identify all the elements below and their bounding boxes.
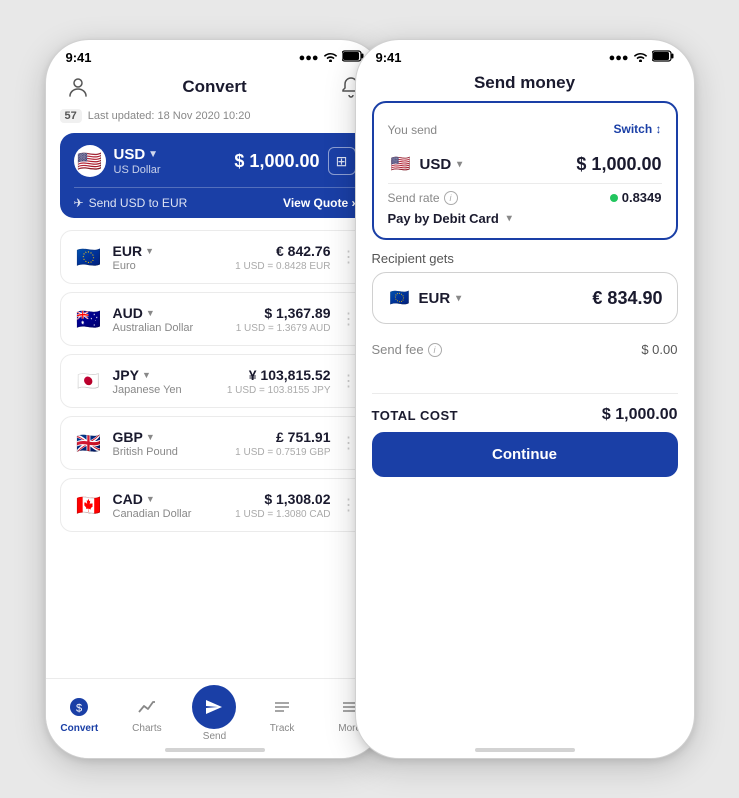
status-icons-1: ●●● — [299, 50, 364, 65]
tab-send-label: Send — [203, 731, 226, 742]
wifi-icon-2 — [633, 51, 648, 65]
last-updated-bar: 57 Last updated: 18 Nov 2020 10:20 — [60, 109, 370, 123]
recipient-flag: 🇪🇺 — [387, 285, 413, 311]
svg-text:$: $ — [76, 703, 82, 715]
cad-flag: 🇨🇦 — [73, 489, 105, 521]
tab-convert-label: Convert — [60, 723, 98, 734]
usd-code[interactable]: USD ▼ — [114, 146, 161, 163]
total-cost-label: TOTAL COST — [372, 408, 459, 423]
you-send-amount: $ 1,000.00 — [576, 154, 661, 175]
total-cost-value: $ 1,000.00 — [602, 406, 678, 424]
phone-send-money: 9:41 ●●● Send money You send — [355, 39, 695, 759]
info-icon: i — [444, 191, 458, 205]
view-quote-btn[interactable]: View Quote › — [283, 196, 355, 210]
jpy-flag: 🇯🇵 — [73, 365, 105, 397]
tab-send[interactable]: Send — [181, 685, 249, 742]
charts-tab-icon — [133, 693, 161, 721]
list-item[interactable]: 🇦🇺 AUD ▼ Australian Dollar $ 1,367.89 1 … — [60, 292, 370, 346]
tab-convert[interactable]: $ Convert — [46, 693, 114, 734]
calculator-icon[interactable]: ⊞ — [328, 147, 356, 175]
convert-tab-icon: $ — [65, 693, 93, 721]
aud-flag: 🇦🇺 — [73, 303, 105, 335]
pay-method-row[interactable]: Pay by Debit Card ▾ — [388, 211, 662, 226]
you-send-currency-selector[interactable]: 🇺🇸 USD ▾ — [388, 151, 463, 177]
recipient-gets-header: Recipient gets — [372, 251, 454, 266]
total-cost-row: TOTAL COST $ 1,000.00 — [372, 393, 678, 432]
wifi-icon — [323, 51, 338, 65]
send-rate-value: 0.8349 — [610, 190, 662, 205]
list-item[interactable]: 🇬🇧 GBP ▼ British Pound £ 751.91 1 USD = … — [60, 416, 370, 470]
nav-bar-1: Convert — [46, 69, 384, 109]
tab-charts[interactable]: Charts — [113, 693, 181, 734]
usd-name: US Dollar — [114, 164, 161, 176]
aud-code: AUD ▼ — [113, 305, 194, 321]
eur-flag: 🇪🇺 — [73, 241, 105, 273]
gbp-code: GBP ▼ — [113, 429, 178, 445]
send-money-content: You send Switch ↕ 🇺🇸 USD ▾ $ 1,000.00 — [356, 101, 694, 477]
send-rate-row: Send rate i 0.8349 — [388, 190, 662, 205]
recipient-card: 🇪🇺 EUR ▾ € 834.90 — [372, 272, 678, 324]
nav-title-1: Convert — [182, 77, 246, 97]
update-badge: 57 — [60, 109, 82, 123]
nav-bar-2: Send money — [356, 69, 694, 101]
tab-charts-label: Charts — [132, 723, 161, 734]
recipient-amount: € 834.90 — [592, 288, 662, 309]
chevron-down-pay-icon: ▾ — [507, 213, 512, 224]
tab-bar-1: $ Convert Charts Send Track — [46, 678, 384, 758]
home-indicator-1 — [165, 748, 265, 752]
switch-button[interactable]: Switch ↕ — [613, 122, 661, 136]
you-send-label: You send — [388, 123, 438, 137]
last-updated-text: Last updated: 18 Nov 2020 10:20 — [88, 110, 251, 122]
tab-track[interactable]: Track — [248, 693, 316, 734]
currency-list: 🇪🇺 EUR ▼ Euro € 842.76 1 USD = 0.8428 EU… — [60, 230, 370, 532]
track-tab-icon — [268, 693, 296, 721]
cad-code: CAD ▼ — [113, 491, 192, 507]
send-fee-value: $ 0.00 — [641, 342, 677, 357]
usd-amount: $ 1,000.00 — [234, 151, 319, 172]
main-currency-card[interactable]: 🇺🇸 USD ▼ US Dollar $ 1,000.00 ⊞ — [60, 133, 370, 218]
list-item[interactable]: 🇨🇦 CAD ▼ Canadian Dollar $ 1,308.02 1 US… — [60, 478, 370, 532]
you-send-flag: 🇺🇸 — [388, 151, 414, 177]
chevron-down-recipient-icon: ▾ — [456, 293, 461, 304]
home-indicator-2 — [475, 748, 575, 752]
tab-track-label: Track — [270, 723, 295, 734]
phone-convert: 9:41 ●●● Convert — [45, 39, 385, 759]
convert-content: 57 Last updated: 18 Nov 2020 10:20 🇺🇸 US… — [46, 109, 384, 540]
battery-icon-2 — [652, 50, 674, 65]
send-label: ✈ Send USD to EUR — [74, 196, 188, 210]
you-send-card: You send Switch ↕ 🇺🇸 USD ▾ $ 1,000.00 — [372, 101, 678, 240]
chevron-down-icon: ▾ — [457, 159, 462, 170]
status-icons-2: ●●● — [609, 50, 674, 65]
nav-title-2: Send money — [474, 73, 575, 93]
signal-icon-2: ●●● — [609, 52, 629, 64]
list-item[interactable]: 🇯🇵 JPY ▼ Japanese Yen ¥ 103,815.52 1 USD… — [60, 354, 370, 408]
status-bar-2: 9:41 ●●● — [356, 40, 694, 69]
status-time-1: 9:41 — [66, 50, 92, 65]
profile-icon[interactable] — [64, 73, 92, 101]
recipient-currency-selector[interactable]: 🇪🇺 EUR ▾ — [387, 285, 462, 311]
eur-code: EUR ▼ — [113, 243, 154, 259]
send-fee-row: Send fee i $ 0.00 — [372, 334, 678, 365]
jpy-code: JPY ▼ — [113, 367, 182, 383]
list-item[interactable]: 🇪🇺 EUR ▼ Euro € 842.76 1 USD = 0.8428 EU… — [60, 230, 370, 284]
send-tab-icon[interactable] — [192, 685, 236, 729]
status-bar-1: 9:41 ●●● — [46, 40, 384, 69]
gbp-flag: 🇬🇧 — [73, 427, 105, 459]
status-time-2: 9:41 — [376, 50, 402, 65]
continue-button[interactable]: Continue — [372, 432, 678, 477]
signal-icon: ●●● — [299, 52, 319, 64]
usd-flag: 🇺🇸 — [74, 145, 106, 177]
green-dot — [610, 194, 618, 202]
info-icon-fee: i — [428, 343, 442, 357]
